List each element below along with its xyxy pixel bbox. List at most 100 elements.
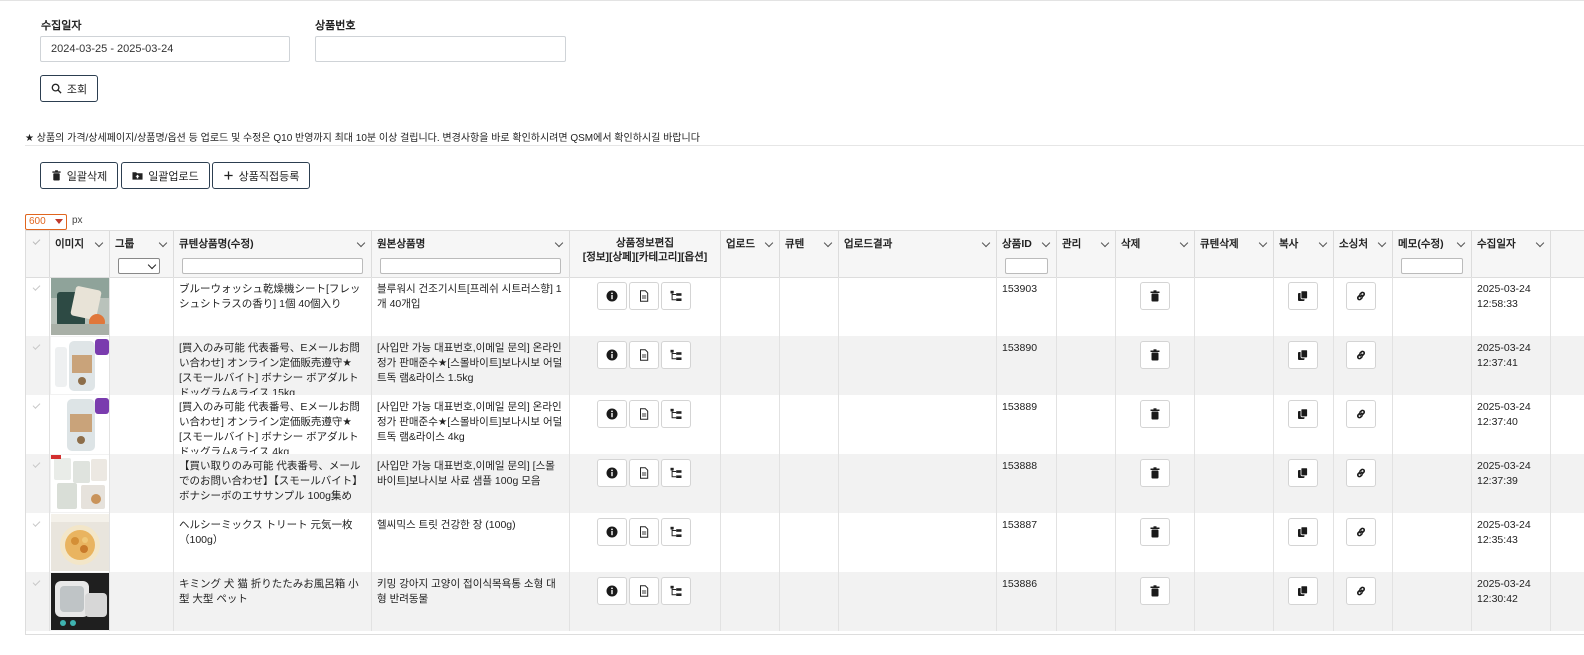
header-copy[interactable]: 복사	[1274, 231, 1334, 277]
qoo10-name-cell[interactable]: 【買い取りのみ可能 代表番号、メールでのお問い合わせ】【スモールバイト】ボナシー…	[174, 454, 372, 513]
header-select-all[interactable]	[26, 231, 50, 277]
chevron-down-icon[interactable]	[1456, 238, 1466, 248]
chevron-down-icon[interactable]	[158, 238, 168, 248]
delete-button[interactable]	[1140, 577, 1170, 605]
chevron-down-icon[interactable]	[764, 238, 774, 248]
header-image[interactable]: 이미지	[50, 231, 110, 277]
chevron-down-icon[interactable]	[981, 238, 991, 248]
source-link-button[interactable]	[1346, 459, 1376, 487]
source-link-button[interactable]	[1346, 400, 1376, 428]
edit-detail-page-button[interactable]	[629, 518, 659, 546]
qoo10-name-cell[interactable]: ブルーウォッシュ乾燥機シート[フレッシュシトラスの香り] 1個 40個入り	[174, 277, 372, 336]
original-name-filter[interactable]	[380, 258, 561, 274]
delete-button[interactable]	[1140, 282, 1170, 310]
chevron-down-icon[interactable]	[1100, 238, 1110, 248]
edit-detail-page-button[interactable]	[629, 459, 659, 487]
chevron-down-icon[interactable]	[1318, 238, 1328, 248]
edit-info-button[interactable]	[597, 518, 627, 546]
edit-detail-page-button[interactable]	[629, 282, 659, 310]
chevron-down-icon[interactable]	[356, 238, 366, 248]
edit-info-button[interactable]	[597, 459, 627, 487]
bulk-delete-button[interactable]: 일괄삭제	[40, 162, 118, 189]
memo-filter[interactable]	[1401, 258, 1463, 274]
header-upload-result[interactable]: 업로드결과	[839, 231, 997, 277]
copy-button[interactable]	[1288, 400, 1318, 428]
edit-category-button[interactable]	[661, 518, 691, 546]
chevron-down-icon[interactable]	[1179, 238, 1189, 248]
row-height-select[interactable]: 600	[25, 214, 67, 230]
memo-cell[interactable]	[1393, 395, 1472, 454]
table-row[interactable]: ブルーウォッシュ乾燥機シート[フレッシュシトラスの香り] 1個 40個入り 블루워…	[26, 277, 1584, 336]
memo-cell[interactable]	[1393, 572, 1472, 631]
qoo10-name-filter[interactable]	[182, 258, 363, 274]
table-row[interactable]: ヘルシーミックス トリート 元気一枚（100g） 헬씨믹스 트릿 건강한 장 (1…	[26, 513, 1584, 572]
row-checkbox[interactable]	[26, 572, 50, 631]
chevron-down-icon[interactable]	[94, 238, 104, 248]
date-range-input[interactable]: 2024-03-25 - 2025-03-24	[40, 36, 290, 62]
header-source[interactable]: 소싱처	[1334, 231, 1393, 277]
delete-button[interactable]	[1140, 518, 1170, 546]
source-link-button[interactable]	[1346, 341, 1376, 369]
product-id-filter[interactable]	[1005, 258, 1048, 274]
qoo10-name-cell[interactable]: [買入のみ可能 代表番号、Eメールお問い合わせ] オンライン定価販売遵守★ [ス…	[174, 395, 372, 454]
memo-cell[interactable]	[1393, 454, 1472, 513]
delete-button[interactable]	[1140, 459, 1170, 487]
edit-category-button[interactable]	[661, 341, 691, 369]
chevron-down-icon[interactable]	[554, 238, 564, 248]
memo-cell[interactable]	[1393, 336, 1472, 395]
copy-button[interactable]	[1288, 341, 1318, 369]
memo-cell[interactable]	[1393, 513, 1472, 572]
delete-button[interactable]	[1140, 341, 1170, 369]
header-qoo10[interactable]: 큐텐	[780, 231, 839, 277]
chevron-down-icon[interactable]	[1258, 238, 1268, 248]
header-qoo10-delete[interactable]: 큐텐삭제	[1195, 231, 1274, 277]
edit-info-button[interactable]	[597, 282, 627, 310]
edit-category-button[interactable]	[661, 400, 691, 428]
header-collected-at[interactable]: 수집일자	[1472, 231, 1551, 277]
chevron-down-icon[interactable]	[1535, 238, 1545, 248]
table-row[interactable]: 【買い取りのみ可能 代表番号、メールでのお問い合わせ】【スモールバイト】ボナシー…	[26, 454, 1584, 513]
bulk-upload-button[interactable]: 일괄업로드	[121, 162, 210, 189]
chevron-down-icon[interactable]	[1377, 238, 1387, 248]
edit-category-button[interactable]	[661, 282, 691, 310]
table-row[interactable]: キミング 犬 猫 折りたたみお風呂箱 小型 大型 ペット 키밍 강아지 고양이 접…	[26, 572, 1584, 631]
row-checkbox[interactable]	[26, 454, 50, 513]
qoo10-name-cell[interactable]: ヘルシーミックス トリート 元気一枚（100g）	[174, 513, 372, 572]
edit-category-button[interactable]	[661, 459, 691, 487]
row-checkbox[interactable]	[26, 395, 50, 454]
copy-button[interactable]	[1288, 577, 1318, 605]
edit-info-button[interactable]	[597, 341, 627, 369]
edit-category-button[interactable]	[661, 577, 691, 605]
header-original-name[interactable]: 원본상품명	[372, 231, 570, 277]
header-upload[interactable]: 업로드	[721, 231, 780, 277]
edit-detail-page-button[interactable]	[629, 341, 659, 369]
product-no-input[interactable]	[315, 36, 566, 62]
chevron-down-icon[interactable]	[1041, 238, 1051, 248]
direct-register-button[interactable]: 상품직접등록	[212, 162, 310, 189]
search-button[interactable]: 조회	[40, 75, 98, 102]
qoo10-name-cell[interactable]: キミング 犬 猫 折りたたみお風呂箱 小型 大型 ペット	[174, 572, 372, 631]
header-qoo10-name[interactable]: 큐텐상품명(수정)	[174, 231, 372, 277]
header-delete[interactable]: 삭제	[1116, 231, 1195, 277]
row-checkbox[interactable]	[26, 277, 50, 336]
source-link-button[interactable]	[1346, 282, 1376, 310]
source-link-button[interactable]	[1346, 577, 1376, 605]
header-product-id[interactable]: 상품ID	[997, 231, 1057, 277]
memo-cell[interactable]	[1393, 277, 1472, 336]
qoo10-name-cell[interactable]: [買入のみ可能 代表番号、Eメールお問い合わせ] オンライン定価販売遵守★ [ス…	[174, 336, 372, 395]
edit-detail-page-button[interactable]	[629, 577, 659, 605]
copy-button[interactable]	[1288, 459, 1318, 487]
row-checkbox[interactable]	[26, 336, 50, 395]
group-filter-select[interactable]	[118, 258, 160, 274]
table-row[interactable]: [買入のみ可能 代表番号、Eメールお問い合わせ] オンライン定価販売遵守★ [ス…	[26, 395, 1584, 454]
row-checkbox[interactable]	[26, 513, 50, 572]
horizontal-scrollbar[interactable]	[25, 634, 1584, 655]
source-link-button[interactable]	[1346, 518, 1376, 546]
header-memo[interactable]: 메모(수정)	[1393, 231, 1472, 277]
copy-button[interactable]	[1288, 518, 1318, 546]
chevron-down-icon[interactable]	[823, 238, 833, 248]
header-manage[interactable]: 관리	[1057, 231, 1116, 277]
header-group[interactable]: 그룹	[110, 231, 174, 277]
copy-button[interactable]	[1288, 282, 1318, 310]
edit-info-button[interactable]	[597, 577, 627, 605]
